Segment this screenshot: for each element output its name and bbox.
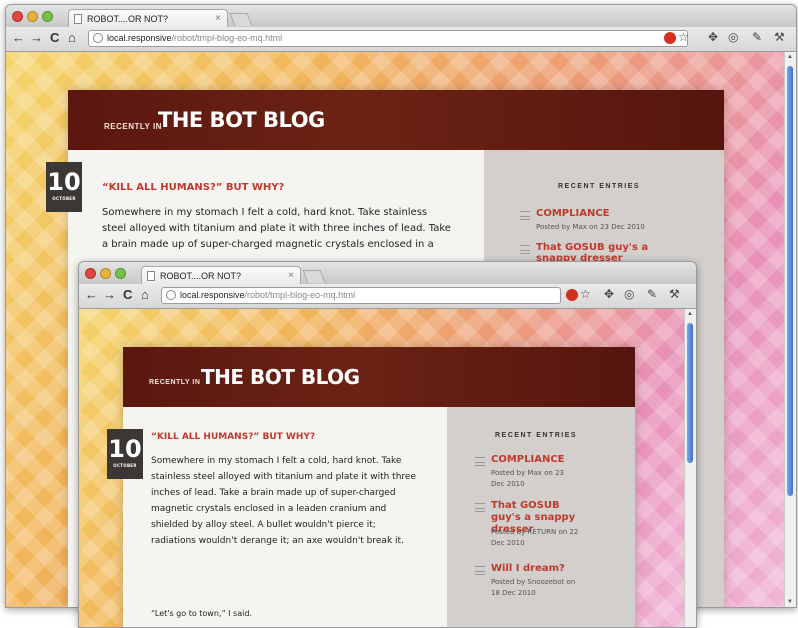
settings-wrench-icon[interactable]: ⚒ (669, 287, 680, 301)
page-icon (74, 14, 82, 24)
back-toolbar: ← → C ⌂ local.responsive/robot/tmpl-blog… (6, 27, 796, 52)
date-month: OCTOBER (52, 196, 76, 201)
back-scrollbar[interactable]: ▲ ▼ (784, 52, 796, 607)
close-window-button[interactable] (85, 268, 96, 279)
reload-button[interactable]: C (123, 287, 132, 302)
entry-meta: Posted by Snoozebot on 18 Dec 2010 (491, 578, 576, 597)
post-title[interactable]: “KILL ALL HUMANS?” BUT WHY? (102, 182, 284, 193)
entry-title[interactable]: COMPLIANCE (491, 454, 565, 465)
sidebar-heading: RECENT ENTRIES (558, 183, 641, 190)
entry-list-icon (475, 566, 485, 575)
front-masthead: RECENTLY IN THE BOT BLOG (123, 347, 635, 407)
home-button[interactable]: ⌂ (68, 30, 76, 45)
sidebar-entry[interactable]: COMPLIANCE Posted by Max on 23 Dec 2010 (475, 454, 625, 494)
back-titlebar: ROBOT....OR NOT? × (6, 5, 796, 27)
puzzle-extension-icon[interactable]: ✥ (708, 30, 718, 44)
page-icon (147, 271, 155, 281)
bookmark-star-icon[interactable]: ☆ (678, 30, 689, 44)
masthead-title[interactable]: THE BOT BLOG (201, 365, 360, 389)
date-day: 10 (108, 435, 142, 463)
scroll-down-arrow-icon[interactable]: ▼ (787, 599, 793, 605)
puzzle-extension-icon[interactable]: ✥ (604, 287, 614, 301)
home-button[interactable]: ⌂ (141, 287, 149, 302)
stop-extension-icon[interactable] (566, 289, 578, 301)
post-quote: “Let's go to town,” I said. (151, 609, 252, 618)
scrollbar-thumb[interactable] (687, 323, 693, 463)
wrench-icon[interactable]: ✎ (647, 287, 657, 301)
address-bar[interactable]: local.responsive/robot/tmpl-blog-eo-mq.h… (88, 30, 688, 47)
sidebar-heading: RECENT ENTRIES (495, 432, 578, 439)
masthead-kicker: RECENTLY IN (104, 122, 162, 131)
post-body: Somewhere in my stomach I felt a cold, h… (102, 207, 451, 250)
masthead-title[interactable]: THE BOT BLOG (158, 108, 325, 132)
front-browser-window: ROBOT....OR NOT? × ← → C ⌂ local.respons… (78, 261, 697, 628)
reload-button[interactable]: C (50, 30, 59, 45)
minimize-window-button[interactable] (100, 268, 111, 279)
new-tab-button[interactable] (302, 270, 326, 283)
tab-close-icon[interactable]: × (215, 10, 221, 28)
scrollbar-thumb[interactable] (787, 66, 793, 496)
front-page-viewport: ▲ RECENTLY IN THE BOT BLOG RECENT ENTRIE… (79, 309, 696, 627)
back-masthead: RECENTLY IN THE BOT BLOG (68, 90, 724, 150)
scroll-up-arrow-icon[interactable]: ▲ (787, 54, 793, 60)
globe-extension-icon[interactable]: ◎ (728, 30, 738, 44)
zoom-window-button[interactable] (42, 11, 53, 22)
settings-wrench-icon[interactable]: ⚒ (774, 30, 785, 44)
page-info-icon (166, 290, 176, 300)
back-button[interactable]: ← (12, 30, 25, 45)
front-tab[interactable]: ROBOT....OR NOT? × (141, 266, 301, 284)
front-toolbar: ← → C ⌂ local.responsive/robot/tmpl-blog… (79, 284, 696, 309)
entry-list-icon (475, 457, 485, 466)
entry-meta: Posted by RETURN on 22 Dec 2010 (491, 528, 579, 547)
forward-button[interactable]: → (103, 287, 116, 302)
entry-list-icon (475, 503, 485, 512)
back-tab[interactable]: ROBOT....OR NOT? × (68, 9, 228, 27)
new-tab-button[interactable] (229, 13, 253, 26)
sidebar-entry[interactable]: That GOSUB guy's a snappy dresser Posted… (475, 500, 625, 562)
post-title[interactable]: “KILL ALL HUMANS?” BUT WHY? (151, 432, 315, 442)
url-path: /robot/tmpl-blog-eo-mq.html (244, 290, 356, 300)
close-window-button[interactable] (12, 11, 23, 22)
back-button[interactable]: ← (85, 287, 98, 302)
tab-title: ROBOT....OR NOT? (160, 271, 242, 281)
tab-title: ROBOT....OR NOT? (87, 14, 169, 24)
minimize-window-button[interactable] (27, 11, 38, 22)
front-site-container: RECENTLY IN THE BOT BLOG RECENT ENTRIES … (107, 347, 635, 627)
entry-list-icon (520, 211, 530, 220)
url-path: /robot/tmpl-blog-eo-mq.html (171, 33, 283, 43)
post-body: Somewhere in my stomach I felt a cold, h… (151, 456, 416, 546)
url-host: local.responsive (180, 290, 245, 300)
zoom-window-button[interactable] (115, 268, 126, 279)
entry-title[interactable]: COMPLIANCE (536, 208, 610, 219)
date-day: 10 (47, 168, 81, 196)
back-window-controls (12, 11, 53, 22)
entry-list-icon (520, 245, 530, 254)
address-bar[interactable]: local.responsive/robot/tmpl-blog-eo-mq.h… (161, 287, 561, 304)
sidebar-entry[interactable]: Will I dream? Posted by Snoozebot on 18 … (475, 563, 625, 603)
tab-close-icon[interactable]: × (288, 267, 294, 285)
front-titlebar: ROBOT....OR NOT? × (79, 262, 696, 284)
sidebar-entry[interactable]: COMPLIANCE Posted by Max on 23 Dec 2010 (520, 208, 700, 236)
entry-meta: Posted by Max on 23 Dec 2010 (491, 469, 564, 488)
forward-button[interactable]: → (30, 30, 43, 45)
masthead-kicker: RECENTLY IN (149, 379, 201, 386)
wrench-icon[interactable]: ✎ (752, 30, 762, 44)
entry-title[interactable]: Will I dream? (491, 563, 565, 574)
bookmark-star-icon[interactable]: ☆ (580, 287, 591, 301)
front-scrollbar[interactable]: ▲ (684, 309, 696, 627)
url-host: local.responsive (107, 33, 172, 43)
stop-extension-icon[interactable] (664, 32, 676, 44)
scroll-up-arrow-icon[interactable]: ▲ (687, 311, 693, 317)
globe-extension-icon[interactable]: ◎ (624, 287, 634, 301)
entry-meta: Posted by Max on 23 Dec 2010 (536, 223, 645, 231)
date-month: OCTOBER (113, 463, 137, 468)
page-info-icon (93, 33, 103, 43)
date-badge: 10 OCTOBER (46, 162, 82, 212)
front-window-controls (85, 268, 126, 279)
date-badge: 10 OCTOBER (107, 429, 143, 479)
